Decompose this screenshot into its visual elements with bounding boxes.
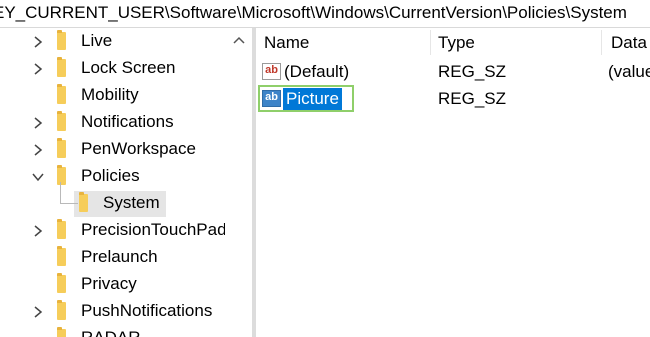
tree-item-prelaunch[interactable]: Prelaunch (0, 244, 225, 271)
address-bar[interactable]: EY_CURRENT_USER\Software\Microsoft\Windo… (0, 0, 650, 28)
column-header-data[interactable]: Data (611, 28, 647, 58)
folder-icon (57, 300, 66, 320)
tree-item-label: PrecisionTouchPad (81, 220, 227, 239)
string-value-icon: ab (262, 63, 281, 80)
tree-item-precisiontouchpad[interactable]: PrecisionTouchPad (0, 217, 227, 244)
tree-item-system[interactable]: System (0, 182, 225, 217)
folder-icon (57, 138, 66, 158)
tree-item-notifications[interactable]: Notifications (0, 109, 225, 136)
tree-item-label: PenWorkspace (81, 139, 196, 158)
value-row[interactable]: ab (Default) REG_SZ (value (256, 59, 650, 86)
column-separator[interactable] (430, 30, 431, 55)
folder-icon (57, 30, 66, 50)
folder-icon (57, 57, 66, 77)
tree-item-label: PushNotifications (81, 301, 213, 320)
chevron-right-icon[interactable] (32, 36, 44, 48)
folder-icon (57, 84, 66, 104)
values-list: Name Type Data ab (Default) REG_SZ (valu… (256, 28, 650, 337)
column-separator[interactable] (601, 30, 602, 55)
tree-item-penworkspace[interactable]: PenWorkspace (0, 136, 225, 163)
tree-item-live[interactable]: Live (0, 28, 225, 55)
tree-item-label: Lock Screen (81, 58, 176, 77)
folder-icon (57, 246, 66, 266)
tree-item-lock-screen[interactable]: Lock Screen (0, 55, 225, 82)
tree-item-label: Privacy (81, 274, 137, 293)
rename-input[interactable]: Picture (283, 88, 342, 110)
value-row-editing[interactable]: ab Picture REG_SZ (256, 85, 650, 113)
tree-scrollbar[interactable] (225, 28, 252, 337)
tree-item-label: Live (81, 31, 113, 50)
tree-item-label: System (103, 193, 160, 212)
string-value-icon: ab (262, 90, 281, 107)
folder-icon (57, 111, 66, 131)
tree-item-label: Mobility (81, 85, 139, 104)
tree-item-label: Prelaunch (81, 247, 158, 266)
scroll-up-arrow-icon[interactable] (233, 36, 245, 44)
folder-icon (57, 219, 66, 239)
chevron-right-icon[interactable] (32, 144, 44, 156)
chevron-right-icon[interactable] (32, 117, 44, 129)
value-type: REG_SZ (438, 89, 507, 108)
folder-icon (57, 327, 66, 337)
folder-icon (57, 165, 66, 185)
registry-tree: Live Lock Screen Mobility Notifications PenW… (0, 28, 252, 337)
tree-item-label: Policies (81, 166, 140, 185)
tree-item-label: Notifications (81, 112, 174, 131)
value-name: (Default) (284, 62, 350, 81)
folder-icon (79, 192, 88, 212)
tree-item-radar[interactable]: RADAR (0, 325, 225, 337)
chevron-right-icon[interactable] (32, 225, 44, 237)
tree-item-pushnotifications[interactable]: PushNotifications (0, 298, 225, 325)
chevron-right-icon[interactable] (32, 63, 44, 75)
value-data: (value (608, 62, 650, 81)
folder-icon (57, 273, 66, 293)
tree-item-mobility[interactable]: Mobility (0, 82, 225, 109)
address-path: EY_CURRENT_USER\Software\Microsoft\Windo… (0, 3, 627, 22)
tree-item-privacy[interactable]: Privacy (0, 271, 225, 298)
chevron-down-icon[interactable] (32, 171, 44, 183)
tree-guide-line (60, 203, 78, 204)
column-header-type[interactable]: Type (438, 28, 475, 58)
tree-guide-line (60, 182, 61, 204)
tree-item-label: RADAR (81, 327, 141, 337)
column-header-name[interactable]: Name (264, 28, 309, 58)
chevron-right-icon[interactable] (32, 306, 44, 318)
value-type: REG_SZ (438, 62, 507, 81)
tree-item-policies[interactable]: Policies (0, 163, 225, 190)
